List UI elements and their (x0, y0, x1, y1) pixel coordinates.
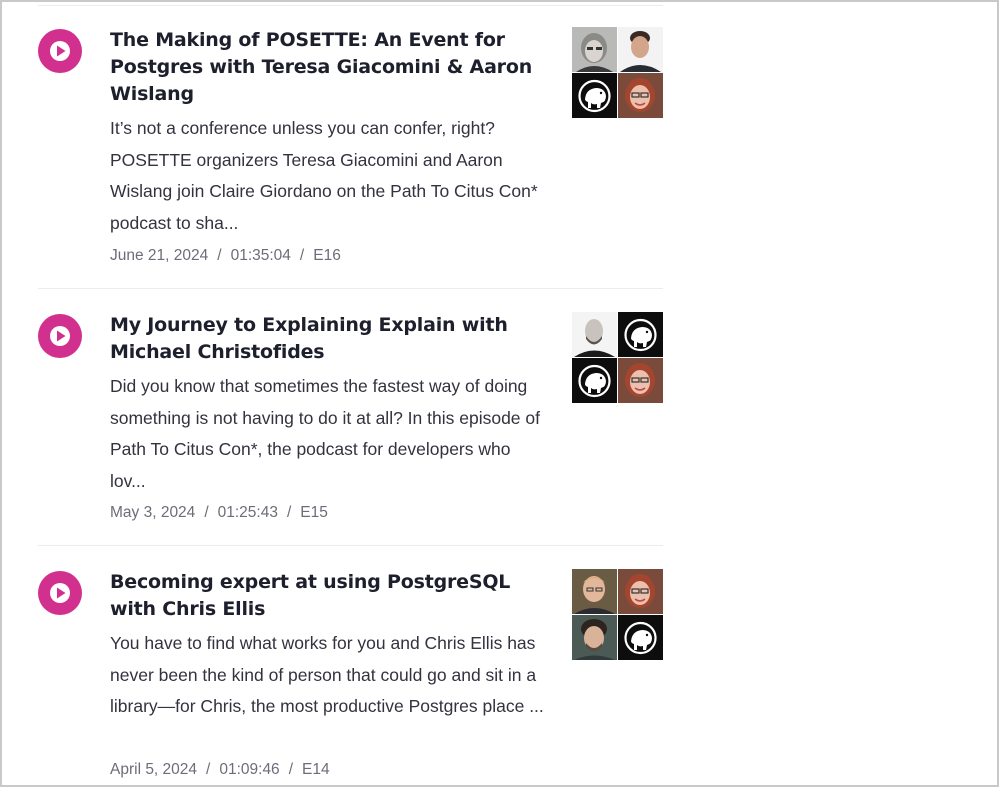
guest-photo (618, 569, 663, 614)
guest-thumbnails (572, 569, 663, 660)
guest-photo (618, 358, 663, 403)
guest-photo (572, 312, 617, 357)
guest-photo (572, 615, 617, 660)
episode-date: May 3, 2024 (110, 504, 196, 521)
meta-separator: / (204, 504, 209, 521)
meta-separator: / (288, 761, 293, 778)
episode-number: E16 (313, 247, 341, 264)
episode-description: It’s not a conference unless you can con… (110, 118, 538, 233)
postgres-logo-icon (618, 312, 663, 357)
play-button[interactable] (38, 571, 82, 615)
guest-photo (618, 73, 663, 118)
meta-separator: / (299, 247, 305, 264)
guest-photo (572, 27, 617, 72)
episode-duration: 01:35:04 (230, 247, 291, 264)
divider (38, 545, 663, 546)
episode-number: E15 (300, 504, 328, 521)
podcast-episode-list: The Making of POSETTE: An Event for Post… (0, 0, 999, 787)
divider (38, 288, 663, 289)
play-button[interactable] (38, 29, 82, 73)
meta-separator: / (217, 247, 222, 264)
play-button[interactable] (38, 314, 82, 358)
episode-description: You have to find what works for you and … (110, 633, 544, 716)
postgres-logo-icon (572, 358, 617, 403)
episode-title[interactable]: Becoming expert at using PostgreSQL with… (110, 569, 555, 623)
episode-title[interactable]: The Making of POSETTE: An Event for Post… (110, 27, 555, 108)
divider (38, 5, 663, 6)
episode-number: E14 (302, 761, 330, 778)
episode-title[interactable]: My Journey to Explaining Explain with Mi… (110, 312, 555, 366)
episode-duration: 01:25:43 (217, 504, 278, 521)
guest-photo (572, 569, 617, 614)
episode-date: April 5, 2024 (110, 761, 198, 778)
guest-thumbnails (572, 27, 663, 118)
episode-date: June 21, 2024 (110, 247, 209, 264)
episode-meta: June 21, 2024 / 01:35:04 / E16 (110, 246, 341, 266)
play-icon (50, 41, 70, 61)
play-icon (50, 326, 70, 346)
meta-separator: / (286, 504, 292, 521)
postgres-logo-icon (572, 73, 617, 118)
meta-separator: / (206, 761, 211, 778)
episode-meta: May 3, 2024 / 01:25:43 / E15 (110, 503, 328, 523)
postgres-logo-icon (618, 615, 663, 660)
episode-meta: April 5, 2024 / 01:09:46 / E14 (110, 760, 330, 780)
guest-photo (618, 27, 663, 72)
play-icon (50, 583, 70, 603)
episode-description: Did you know that sometimes the fastest … (110, 376, 540, 491)
episode-duration: 01:09:46 (219, 761, 280, 778)
guest-thumbnails (572, 312, 663, 403)
